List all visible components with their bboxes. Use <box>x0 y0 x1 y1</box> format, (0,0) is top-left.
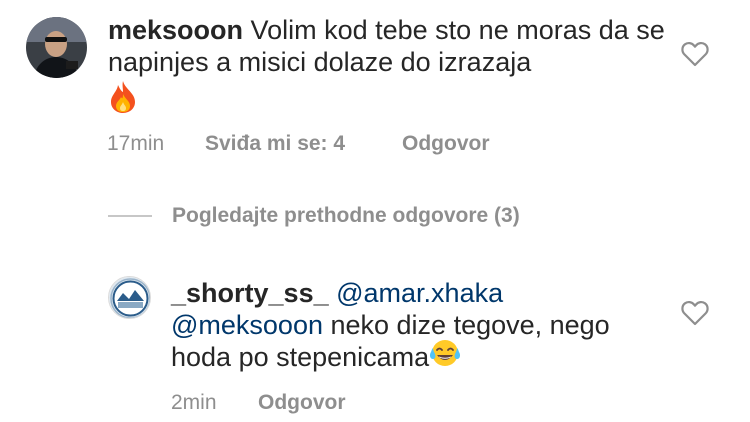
comment-username[interactable]: meksooon <box>108 15 243 45</box>
fire-emoji <box>108 80 138 121</box>
reply-text-line-2: hoda po stepenicama <box>171 342 430 372</box>
comment-body: meksooon Volim kod tebe sto ne moras da … <box>108 14 668 121</box>
comment-time: 17min <box>107 132 165 155</box>
comment-reply-button[interactable]: Odgovor <box>402 132 490 156</box>
replies-divider <box>108 215 152 217</box>
reply-meta: 2min Odgovor <box>171 391 421 417</box>
heart-icon[interactable] <box>681 300 709 326</box>
reply-text-line-1: neko dize tegove, nego <box>322 310 610 340</box>
comment-meta: 17min Sviđa mi se: 4 Odgovor <box>107 132 557 158</box>
reply-reply-button[interactable]: Odgovor <box>258 391 346 415</box>
heart-icon[interactable] <box>681 41 709 67</box>
reply-body: _shorty_ss_ @amar.xhaka @meksooon neko d… <box>171 277 671 375</box>
comment-likes-button[interactable]: Sviđa mi se: 4 <box>205 132 345 156</box>
tears-of-joy-emoji <box>429 338 461 375</box>
avatar-meksooon[interactable] <box>26 17 87 78</box>
view-previous-replies-button[interactable]: Pogledajte prethodne odgovore (3) <box>108 203 520 229</box>
view-previous-replies-label: Pogledajte prethodne odgovore (3) <box>172 204 520 227</box>
reply-username[interactable]: _shorty_ss_ <box>171 278 329 308</box>
reply-mention-amar[interactable]: @amar.xhaka <box>336 278 503 308</box>
reply-mention-meksooon[interactable]: @meksooon <box>171 310 323 340</box>
avatar-shorty-ss[interactable] <box>108 276 151 319</box>
reply-time: 2min <box>171 391 217 414</box>
